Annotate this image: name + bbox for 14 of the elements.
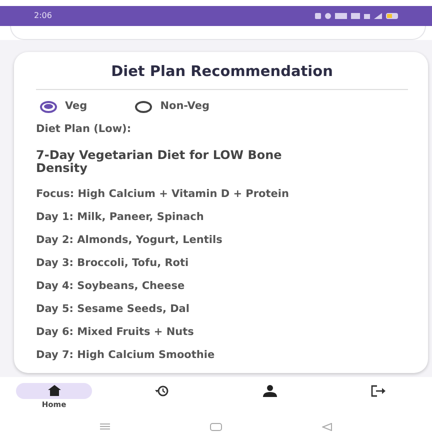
status-time: 2:06 <box>34 10 52 22</box>
plan-line: Day 6: Mixed Fruits + Nuts <box>36 326 194 339</box>
plan-line: Day 7: High Calcium Smoothie <box>36 348 215 362</box>
plan-line: Focus: High Calcium + Vitamin D + Protein <box>36 188 289 201</box>
radio-option[interactable]: Veg <box>40 100 88 114</box>
plan-line: Day 2: Almonds, Yogurt, Lentils <box>36 234 222 247</box>
card-title: Diet Plan Recommendation <box>110 63 334 82</box>
radio-option[interactable]: Non-Veg <box>135 100 210 114</box>
plan-line: Day 4: Soybeans, Cheese <box>36 280 185 293</box>
plan-line: Day 1: Milk, Paneer, Spinach <box>36 210 204 224</box>
plan-line: Day 5: Sesame Seeds, Dal <box>36 302 190 316</box>
plan-line: Day 3: Broccoli, Tofu, Roti <box>36 256 189 270</box>
plan-label: Diet Plan (Low): <box>36 122 132 136</box>
plan-title: 7-Day Vegetarian Diet for LOW Bone Density <box>36 148 283 175</box>
